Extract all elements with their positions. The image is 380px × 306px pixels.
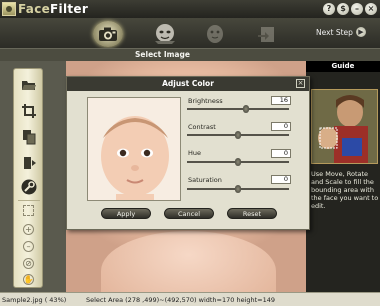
zoom-out-icon[interactable]: – [23, 241, 34, 252]
guide-image [311, 89, 378, 164]
guide-instructions: Use Move, Rotate and Scale to fill the b… [311, 170, 379, 210]
brightness-label: Brightness [188, 97, 223, 105]
crop-icon [22, 104, 36, 118]
help-button[interactable]: ? [323, 3, 335, 15]
dialog-title: Adjust Color [162, 79, 214, 88]
contrast-slider[interactable] [187, 131, 289, 139]
guide-tab[interactable]: Guide [306, 61, 380, 72]
wrench-icon [21, 179, 37, 195]
status-selection: Select Area (278 ,499)~(492,570) width=1… [86, 296, 276, 304]
apply-button[interactable]: Apply [101, 208, 151, 219]
app-logo: FaceFilter [2, 1, 88, 17]
hue-slider[interactable] [187, 158, 289, 166]
step-select-image[interactable] [93, 21, 123, 47]
folder-icon [22, 81, 36, 90]
brightness-value[interactable]: 16 [271, 96, 291, 105]
step-toolbar: Next Step ▶ [0, 18, 380, 48]
arrow-right-icon: ▶ [355, 27, 366, 37]
fit-icon[interactable] [23, 205, 34, 216]
section-header: Select Image [0, 48, 380, 61]
next-step-button[interactable]: Next Step ▶ [316, 27, 366, 37]
zoom-in-icon[interactable]: + [23, 224, 34, 235]
rotate-icon[interactable]: ⊘ [23, 258, 34, 269]
step-face-edit[interactable] [200, 21, 230, 46]
guide-painting [312, 90, 377, 163]
status-bar: Sample2.jpg ( 43%) Select Area (278 ,499… [0, 292, 380, 306]
contrast-label: Contrast [188, 123, 216, 131]
title-bar: FaceFilter ? $ – × [0, 0, 380, 18]
preview-image [87, 97, 181, 201]
baby-face-preview [88, 98, 180, 200]
flip-icon [24, 157, 36, 169]
hue-label: Hue [188, 149, 202, 157]
open-folder-tool[interactable] [21, 77, 37, 93]
cancel-button[interactable]: Cancel [164, 208, 214, 219]
copy-tool[interactable] [21, 129, 37, 145]
window-controls: ? $ – × [323, 3, 377, 15]
crop-tool[interactable] [21, 103, 37, 119]
dialog-title-bar: Adjust Color × [67, 77, 309, 91]
hue-slider-thumb[interactable] [235, 158, 241, 166]
contrast-slider-thumb[interactable] [235, 131, 241, 139]
tool-divider [18, 200, 40, 201]
step-makeover[interactable] [150, 21, 180, 46]
face-icon [207, 24, 223, 43]
copy-icon [23, 130, 36, 145]
step-share[interactable] [252, 21, 282, 46]
app-title: FaceFilter [18, 2, 89, 16]
contrast-value[interactable]: 0 [271, 122, 291, 131]
mask-icon [155, 23, 175, 44]
minimize-button[interactable]: – [351, 3, 363, 15]
hue-value[interactable]: 0 [271, 149, 291, 158]
reset-button[interactable]: Reset [227, 208, 277, 219]
dialog-close-button[interactable]: × [296, 79, 305, 88]
brightness-slider[interactable] [187, 105, 289, 113]
next-step-label: Next Step [316, 27, 353, 37]
brightness-slider-thumb[interactable] [242, 105, 249, 113]
share-icon [258, 26, 274, 42]
flip-tool[interactable] [21, 155, 37, 171]
status-filename: Sample2.jpg ( 43%) [2, 296, 67, 304]
logo-icon [2, 2, 16, 16]
section-title: Select Image [135, 50, 190, 59]
saturation-value[interactable]: 0 [271, 175, 291, 184]
saturation-slider[interactable] [187, 185, 289, 193]
adjust-color-tool[interactable] [21, 179, 37, 195]
tool-strip: + – ⊘ ✋ [13, 68, 43, 288]
adjust-color-dialog: Adjust Color × Brightness 16 Contrast 0 [66, 76, 310, 230]
camera-icon [99, 27, 117, 41]
face-filter-window: FaceFilter ? $ – × Next Step ▶ Select Im… [0, 0, 380, 306]
saturation-label: Saturation [188, 176, 222, 184]
buy-button[interactable]: $ [337, 3, 349, 15]
saturation-slider-thumb[interactable] [235, 185, 241, 193]
close-button[interactable]: × [365, 3, 377, 15]
hand-icon[interactable]: ✋ [23, 274, 34, 285]
